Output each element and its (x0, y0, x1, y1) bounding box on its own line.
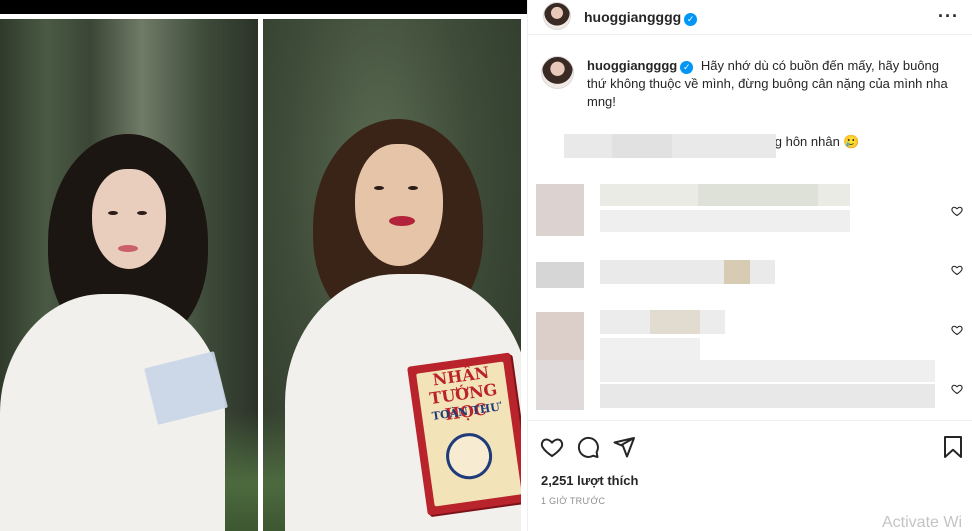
lips-shape (389, 216, 415, 226)
comment-avatar-blur-3 (536, 262, 584, 288)
eye-left (374, 186, 384, 190)
comment-icon[interactable] (576, 435, 600, 459)
post-details: huoggiangggg ✓ ··· huoggiangggg ✓ Hãy nhớ … (527, 0, 972, 531)
comment-blur-5b (600, 384, 935, 408)
face-shape (92, 169, 166, 269)
username-text[interactable]: huoggiangggg (584, 9, 681, 25)
comments-list-blurred (528, 132, 972, 412)
caption-username[interactable]: huoggiangggg ✓ (587, 58, 694, 74)
more-options-icon[interactable]: ··· (938, 6, 959, 27)
comment-avatar-blur-4 (536, 312, 584, 364)
like-icon[interactable] (540, 435, 564, 459)
verified-badge-icon: ✓ (680, 61, 694, 74)
physiognomy-book: NHÂN TƯỚNG HỌC TOÀN THƯ (407, 352, 521, 516)
comment-avatar-blur-5 (536, 360, 584, 410)
comment-blur-4c (600, 338, 700, 360)
comment-blur-5 (600, 360, 935, 382)
post-timestamp[interactable]: 1 GIỜ TRƯỚC (541, 496, 605, 506)
face-shape (355, 144, 443, 266)
caption-avatar[interactable] (541, 56, 574, 89)
post-image-panel[interactable]: NHÂN TƯỚNG HỌC TOÀN THƯ (0, 0, 527, 531)
like-count[interactable]: 2,251 lượt thích (541, 473, 638, 488)
photo-before (0, 19, 258, 531)
comment-blur-3b (724, 260, 750, 284)
comment-blur-4b (650, 310, 700, 334)
activate-windows-watermark: Activate Wi (882, 514, 963, 531)
eye-left (108, 211, 118, 215)
comment-blur-2c (600, 210, 850, 232)
eye-right (408, 186, 418, 190)
comment-like-icon[interactable] (951, 205, 963, 217)
avatar[interactable] (543, 2, 571, 30)
image-top-bar (0, 0, 527, 14)
comment-like-icon[interactable] (951, 324, 963, 336)
share-icon[interactable] (612, 435, 636, 459)
post-header: huoggiangggg ✓ ··· (528, 0, 972, 35)
photo-after: NHÂN TƯỚNG HỌC TOÀN THƯ (263, 19, 521, 531)
eye-right (137, 211, 147, 215)
comment-like-icon[interactable] (951, 383, 963, 395)
comment-avatar-blur-2 (536, 184, 584, 236)
comment-like-icon[interactable] (951, 264, 963, 276)
comment-blur-2b (698, 184, 818, 206)
verified-badge-icon: ✓ (684, 13, 698, 26)
comment-blur-1b (612, 134, 672, 158)
header-username[interactable]: huoggiangggg ✓ (584, 9, 698, 26)
bookmark-icon[interactable] (941, 435, 965, 459)
lips-shape (118, 245, 138, 252)
caption-username-text[interactable]: huoggiangggg (587, 58, 677, 73)
